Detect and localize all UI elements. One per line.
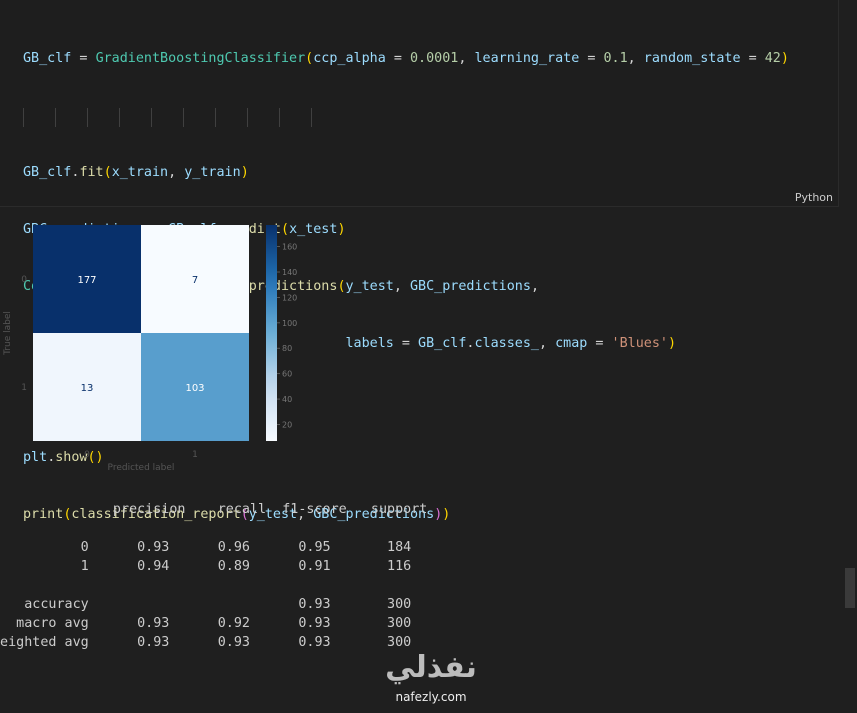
cm-value-1-0: 13 (81, 383, 94, 394)
report-row: 1 0.94 0.89 0.91 116 (0, 559, 412, 574)
classification-report: precision recall f1-score support 0 0.93… (0, 500, 427, 652)
x-axis-label: Predicted label (108, 463, 175, 473)
vertical-scrollbar-thumb[interactable] (845, 568, 855, 608)
cm-value-0-0: 177 (77, 275, 96, 286)
cm-value-1-1: 103 (185, 383, 204, 394)
code-line-3: GB_clf.fit(x_train, y_train) (23, 165, 249, 180)
report-row: macro avg 0.93 0.92 0.93 300 (0, 616, 412, 631)
confusion-matrix-plot: 177 7 13 103 0 1 0 1 Predicted label True label 20… (3, 225, 297, 473)
cell-language-label[interactable]: Python (795, 191, 833, 204)
cm-value-0-1: 7 (192, 275, 198, 286)
report-blank-1 (0, 519, 427, 538)
x-tick-0: 0 (84, 450, 90, 460)
colorbar-tick-5: 120 (282, 293, 297, 302)
y-axis-label: True label (3, 311, 13, 356)
colorbar-tick-1: 40 (282, 395, 292, 404)
colorbar-tick-3: 80 (282, 344, 292, 353)
watermark: نفذلي nafezly.com (376, 650, 486, 705)
report-blank-2 (0, 576, 427, 595)
colorbar-tick-0: 20 (282, 420, 292, 429)
colorbar-tick-6: 140 (282, 268, 297, 277)
x-tick-1: 1 (192, 450, 198, 460)
report-row: 0 0.93 0.96 0.95 184 (0, 540, 412, 555)
y-tick-1: 1 (21, 383, 27, 393)
watermark-url: nafezly.com (395, 690, 467, 704)
colorbar-tick-4: 100 (282, 319, 297, 328)
code-line-1: GB_clf = GradientBoostingClassifier(ccp_… (23, 51, 789, 66)
report-row: weighted avg 0.93 0.93 0.93 300 (0, 635, 412, 650)
report-row: accuracy 0.93 300 (0, 597, 412, 612)
colorbar-tick-2: 60 (282, 370, 292, 379)
watermark-logo: نفذلي (385, 650, 477, 685)
code-cell[interactable]: GB_clf = GradientBoostingClassifier(ccp_… (0, 0, 839, 522)
colorbar-tick-7: 160 (282, 243, 297, 252)
colorbar (266, 225, 277, 441)
report-header: precision recall f1-score support (0, 502, 428, 517)
y-tick-0: 0 (21, 275, 27, 285)
